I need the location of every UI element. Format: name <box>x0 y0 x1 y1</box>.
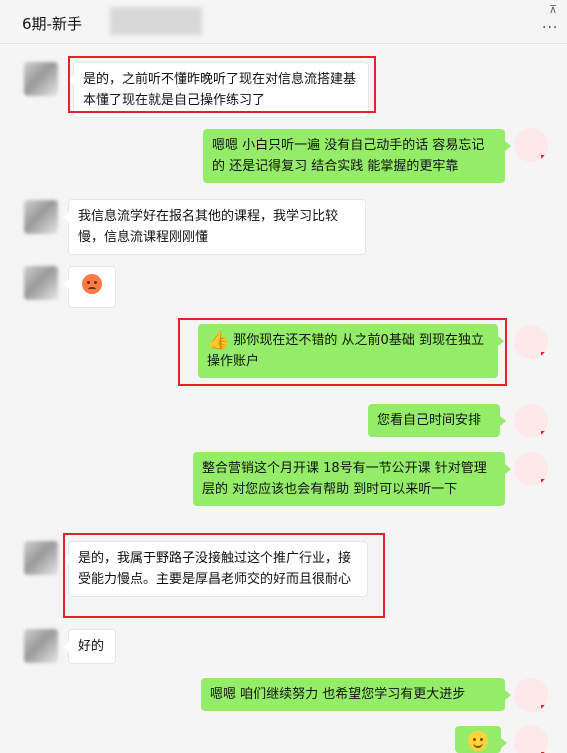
avatar[interactable] <box>514 452 548 486</box>
thumbs-up-emoji: 👍 <box>207 330 230 351</box>
message-text: 那你现在还不错的 从之前0基础 到现在独立操作账户 <box>207 333 484 369</box>
chat-window: 6期-新手 ⊼ ··· 是的，之前听不懂昨晚听了现在对信息流搭建基本懂了现在就是… <box>0 0 567 753</box>
avatar[interactable] <box>24 541 58 575</box>
message-bubble: 是的，之前听不懂昨晚听了现在对信息流搭建基本懂了现在就是自己操作练习了 <box>68 62 369 118</box>
avatar[interactable] <box>514 128 548 162</box>
message-text: 好的 <box>78 639 105 654</box>
avatar[interactable] <box>24 200 58 234</box>
smile-emoji <box>468 730 488 751</box>
avatar[interactable] <box>24 62 58 96</box>
avatar[interactable] <box>514 404 548 438</box>
message-bubble: 我信息流学好在报名其他的课程，我学习比较慢，信息流课程刚刚懂 <box>63 199 366 255</box>
message-text: 嗯嗯 咱们继续努力 也希望您学习有更大进步 <box>210 687 466 702</box>
message-text: 是的，我属于野路子没接触过这个推广行业，接受能力慢点。主要是厚昌老师交的好而且很… <box>78 551 352 587</box>
flag-icon <box>541 155 548 162</box>
message-bubble: 整合营销这个月开课 18号有一节公开课 针对管理层的 对您应该也会有帮助 到时可… <box>193 452 511 506</box>
blurred-title-suffix <box>110 7 202 35</box>
message-bubble <box>63 266 116 308</box>
flag-icon <box>541 479 548 486</box>
message-bubble: 嗯嗯 小白只听一遍 没有自己动手的话 容易忘记的 还是记得复习 结合实践 能掌握… <box>203 129 511 183</box>
message-text: 是的，之前听不懂昨晚听了现在对信息流搭建基本懂了现在就是自己操作练习了 <box>83 72 357 108</box>
message-text: 您看自己时间安排 <box>377 413 482 428</box>
chat-header: 6期-新手 ⊼ ··· <box>0 0 567 44</box>
avatar[interactable] <box>514 725 548 753</box>
message-text: 整合营销这个月开课 18号有一节公开课 针对管理层的 对您应该也会有帮助 到时可… <box>202 461 487 497</box>
more-icon[interactable]: ··· <box>542 20 558 36</box>
chat-title: 6期-新手 <box>22 15 82 33</box>
message-text: 嗯嗯 小白只听一遍 没有自己动手的话 容易忘记的 还是记得复习 结合实践 能掌握… <box>212 138 485 174</box>
avatar[interactable] <box>24 629 58 663</box>
message-bubble: 嗯嗯 咱们继续努力 也希望您学习有更大进步 <box>201 678 511 711</box>
message-text: 我信息流学好在报名其他的课程，我学习比较慢，信息流课程刚刚懂 <box>78 209 339 245</box>
flag-icon <box>541 705 548 712</box>
message-bubble: 好的 <box>63 629 116 664</box>
flag-icon <box>541 352 548 359</box>
pin-icon[interactable]: ⊼ <box>549 3 557 16</box>
message-bubble: 您看自己时间安排 <box>368 404 506 437</box>
avatar[interactable] <box>24 266 58 300</box>
message-bubble: 👍 那你现在还不错的 从之前0基础 到现在独立操作账户 <box>198 324 504 378</box>
avatar[interactable] <box>514 678 548 712</box>
message-bubble <box>455 726 507 753</box>
flag-icon <box>541 431 548 438</box>
frowning-face-emoji <box>82 273 102 294</box>
message-bubble: 是的，我属于野路子没接触过这个推广行业，接受能力慢点。主要是厚昌老师交的好而且很… <box>63 541 368 597</box>
avatar[interactable] <box>514 325 548 359</box>
